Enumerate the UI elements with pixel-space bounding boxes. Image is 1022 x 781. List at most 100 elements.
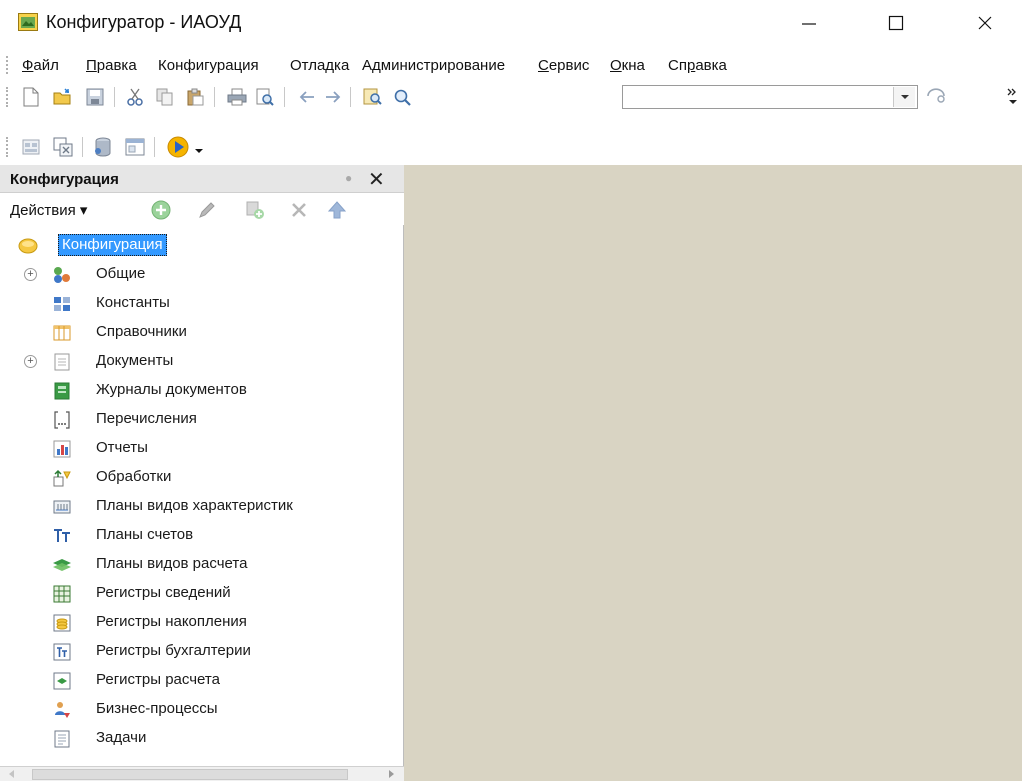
save-button[interactable]	[84, 86, 106, 108]
database-button[interactable]	[92, 136, 114, 158]
menu-service[interactable]: Сервис	[538, 57, 589, 74]
menubar-grip	[6, 56, 10, 74]
delete-icon	[292, 203, 306, 217]
tree-item-enums[interactable]: Перечисления	[0, 405, 404, 434]
print-preview-button[interactable]	[254, 86, 276, 108]
run-dropdown-button[interactable]	[192, 136, 206, 158]
actions-menu[interactable]: Действия ▾	[10, 201, 87, 219]
window-icon	[125, 138, 145, 156]
menu-configuration[interactable]: Конфигурация	[158, 57, 259, 74]
tree-root[interactable]: Конфигурация	[0, 231, 404, 260]
open-config-button[interactable]	[20, 136, 42, 158]
common-icon	[52, 265, 72, 285]
minimize-icon	[802, 23, 816, 25]
toolbar-separator	[82, 137, 83, 157]
tree-item-calculation-registers[interactable]: Регистры расчета	[0, 666, 404, 695]
database-icon	[95, 137, 111, 157]
tree-item-label: Общие	[96, 265, 146, 282]
delete-button[interactable]	[288, 199, 310, 221]
configuration-panel: Конфигурация ● ✕ Действия ▾ Конфигурация	[0, 165, 404, 781]
cut-button[interactable]	[124, 86, 146, 108]
tree-item-label: Планы счетов	[96, 526, 194, 543]
add-button[interactable]	[150, 199, 172, 221]
paste-button[interactable]	[184, 86, 206, 108]
tree-item-label: Документы	[96, 352, 174, 369]
tree-item-constants[interactable]: Константы	[0, 289, 404, 318]
new-document-icon	[23, 87, 39, 107]
menu-debug[interactable]: Отладка	[290, 57, 349, 74]
menu-edit[interactable]: Правка	[86, 57, 137, 74]
tree-item-label: Бизнес-процессы	[96, 700, 218, 717]
tree-item-data-processors[interactable]: Обработки	[0, 463, 404, 492]
undo-button[interactable]	[296, 86, 318, 108]
enums-icon	[52, 410, 72, 430]
tree-item-label: Справочники	[96, 323, 187, 340]
expand-icon[interactable]: +	[24, 355, 37, 368]
expand-icon[interactable]: +	[24, 268, 37, 281]
copy-item-button[interactable]	[244, 199, 266, 221]
scrollbar-thumb[interactable]	[32, 769, 348, 780]
app-icon	[18, 13, 38, 31]
info-registers-icon	[52, 584, 72, 604]
standard-toolbar	[0, 82, 1022, 112]
add-icon	[151, 200, 171, 220]
panel-close-button[interactable]: ✕	[368, 167, 385, 192]
panel-actions-bar: Действия ▾	[0, 193, 404, 225]
search-next-button[interactable]	[926, 86, 948, 108]
tree-item-accumulation-registers[interactable]: Регистры накопления	[0, 608, 404, 637]
search-dropdown-button[interactable]	[893, 87, 915, 107]
menu-file[interactable]: Файл	[22, 57, 59, 74]
tree-item-label: Планы видов расчета	[96, 555, 248, 572]
calculation-types-icon	[52, 555, 72, 575]
tree-item-characteristic-types[interactable]: Планы видов характеристик	[0, 492, 404, 521]
search-button[interactable]	[392, 86, 414, 108]
menu-administration[interactable]: Администрирование	[362, 57, 505, 74]
redo-button[interactable]	[322, 86, 344, 108]
tree-item-info-registers[interactable]: Регистры сведений	[0, 579, 404, 608]
move-up-button[interactable]	[326, 199, 348, 221]
toolbar-overflow-button[interactable]	[1004, 86, 1022, 108]
copy-button[interactable]	[154, 86, 176, 108]
search-input[interactable]	[622, 85, 918, 109]
tree-item-document-journals[interactable]: Журналы документов	[0, 376, 404, 405]
tree-item-documents[interactable]: + Документы	[0, 347, 404, 376]
tree-item-tasks[interactable]: Задачи	[0, 724, 404, 753]
window-button[interactable]	[124, 136, 146, 158]
tree-item-chart-of-accounts[interactable]: Планы счетов	[0, 521, 404, 550]
run-debug-button[interactable]	[164, 136, 194, 158]
menu-windows[interactable]: Окна	[610, 57, 645, 74]
open-button[interactable]	[52, 86, 74, 108]
pin-icon[interactable]: ●	[345, 171, 352, 185]
configuration-toolbar	[0, 132, 1022, 162]
print-icon	[227, 88, 247, 106]
maximize-button[interactable]	[873, 8, 919, 38]
minimize-button[interactable]	[786, 8, 832, 38]
find-in-tree-icon	[363, 88, 382, 105]
redo-icon	[326, 91, 341, 103]
find-in-tree-button[interactable]	[362, 86, 384, 108]
panel-horizontal-scrollbar[interactable]	[0, 766, 404, 781]
menu-help[interactable]: Справка	[668, 57, 727, 74]
calculation-registers-icon	[52, 671, 72, 691]
compare-button[interactable]	[52, 136, 74, 158]
edit-button[interactable]	[196, 199, 218, 221]
constants-icon	[52, 294, 72, 314]
workspace-area	[404, 165, 1022, 781]
tree-item-label: Перечисления	[96, 410, 197, 427]
catalogs-icon	[52, 323, 72, 343]
tree-item-common[interactable]: + Общие	[0, 260, 404, 289]
documents-icon	[52, 352, 72, 372]
tree-item-label: Планы видов характеристик	[96, 497, 293, 514]
close-button[interactable]	[962, 8, 1008, 38]
print-button[interactable]	[226, 86, 248, 108]
tree-item-label: Регистры сведений	[96, 584, 231, 601]
tree-item-catalogs[interactable]: Справочники	[0, 318, 404, 347]
new-document-button[interactable]	[20, 86, 42, 108]
print-preview-icon	[256, 88, 274, 106]
save-icon	[86, 88, 104, 106]
tree-item-business-processes[interactable]: Бизнес-процессы	[0, 695, 404, 724]
tree-item-reports[interactable]: Отчеты	[0, 434, 404, 463]
document-journals-icon	[52, 381, 72, 401]
tree-item-calculation-types[interactable]: Планы видов расчета	[0, 550, 404, 579]
tree-item-accounting-registers[interactable]: Регистры бухгалтерии	[0, 637, 404, 666]
